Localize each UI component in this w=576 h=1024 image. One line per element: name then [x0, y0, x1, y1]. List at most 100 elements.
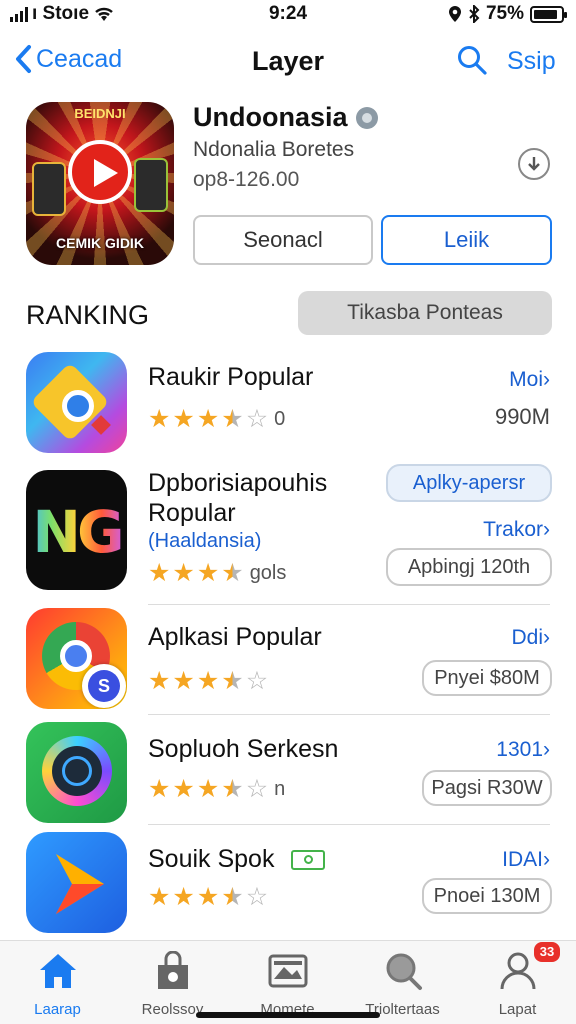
arrow-logo-icon	[56, 854, 104, 914]
tab-media[interactable]: Momete	[230, 949, 345, 1018]
verified-icon	[291, 850, 326, 871]
app-subtitle: (Haaldansia)	[148, 530, 262, 552]
list-item[interactable]: S Aplkasi Popular ★ ★ ★ ★ ☆ Ddi› Pnyei $80M	[0, 606, 576, 710]
list-item[interactable]: Raukir Popular ★ ★ ★ ★ ☆ 0 Moi› 990M	[0, 352, 576, 456]
icon-header-text: BEIDNJI	[74, 106, 126, 121]
star-icon: ★	[148, 667, 171, 695]
star-empty-icon: ☆	[245, 667, 269, 695]
home-icon	[39, 954, 76, 988]
download-arrow-icon	[528, 157, 540, 171]
nav-bar: Ceacad Layer Ssip	[0, 36, 576, 86]
featured-app-developer: Ndonalia Boretes	[193, 138, 355, 161]
app-name-line-1: Dpborisiapouhis	[148, 469, 328, 497]
star-icon: ★	[196, 667, 220, 695]
rating-count: n	[274, 777, 286, 800]
status-right: 75%	[448, 3, 567, 25]
speaker-left-graphic	[32, 162, 66, 216]
search-icon	[386, 953, 422, 990]
bluetooth-icon	[469, 5, 480, 23]
secondary-action-button[interactable]: Seonacl	[193, 215, 373, 265]
star-half-icon: ★	[221, 405, 244, 433]
tab-home[interactable]: Laarap	[0, 949, 115, 1018]
list-divider	[148, 824, 550, 825]
star-rating: ★ ★ ★ ★ gols	[148, 560, 286, 586]
app-icon: NG	[26, 470, 127, 590]
star-icon: ★	[148, 775, 171, 803]
get-button[interactable]: Pnoei 130M	[422, 878, 552, 914]
star-icon: ★	[196, 559, 220, 587]
tab-search[interactable]: Trioltertaas	[345, 949, 460, 1018]
bag-icon	[157, 951, 188, 989]
featured-app-title: Undoonasia	[193, 102, 378, 133]
get-button[interactable]: Pnyei $80M	[422, 660, 552, 696]
star-icon: ★	[148, 883, 171, 911]
star-rating: ★ ★ ★ ★ ☆ n	[148, 776, 285, 802]
app-name: Souik Spok	[148, 844, 326, 874]
app-tag-button[interactable]: Aplky-apersr	[386, 464, 552, 502]
more-link[interactable]: Trakor›	[483, 518, 550, 542]
list-item[interactable]: NG Dpborisiapouhis Ropular (Haaldansia) …	[0, 464, 576, 596]
rating-count: 0	[274, 407, 286, 430]
star-icon: ★	[196, 883, 220, 911]
person-icon	[500, 952, 535, 990]
search-icon	[458, 46, 487, 75]
star-icon: ★	[172, 559, 195, 587]
more-link[interactable]: IDAI›	[502, 848, 550, 872]
play-icon	[68, 140, 132, 204]
star-empty-icon: ☆	[245, 405, 269, 433]
download-button[interactable]	[518, 148, 550, 180]
verified-badge-icon	[355, 106, 378, 129]
star-half-icon: ★	[221, 883, 244, 911]
battery-icon	[530, 5, 567, 23]
featured-app-icon[interactable]: BEIDNJI CEMIK GIDIK	[26, 102, 174, 265]
app-name: Sopluoh Serkesn	[148, 735, 339, 763]
star-icon: ★	[172, 667, 195, 695]
app-size: 990M	[494, 404, 550, 429]
notification-badge: 33	[534, 942, 560, 962]
star-icon: ★	[148, 405, 171, 433]
skip-button[interactable]: Ssip	[507, 47, 556, 76]
search-button[interactable]	[456, 44, 488, 81]
star-icon: ★	[172, 775, 195, 803]
app-icon: S	[26, 608, 127, 709]
star-half-icon: ★	[221, 559, 244, 587]
page-title: Layer	[251, 46, 325, 76]
tab-label: Lapat	[498, 1001, 537, 1018]
primary-action-button[interactable]: Leiik	[381, 215, 552, 265]
star-icon: ★	[196, 405, 220, 433]
app-icon	[26, 722, 127, 823]
speaker-right-graphic	[134, 158, 168, 212]
list-item[interactable]: Sopluoh Serkesn ★ ★ ★ ★ ☆ n 1301› Pagsi R30W	[0, 718, 576, 823]
list-item[interactable]: Souik Spok ★ ★ ★ ★ ☆ IDAI› Pnoei 130M	[0, 830, 576, 934]
media-icon	[268, 954, 307, 988]
section-heading: RANKING	[26, 300, 150, 330]
star-empty-icon: ☆	[245, 775, 269, 803]
more-link[interactable]: Ddi›	[511, 626, 550, 650]
get-button[interactable]: Apbingj 120th	[386, 548, 552, 586]
ranking-filter-button[interactable]: Tikasba Ponteas	[298, 291, 552, 335]
more-link[interactable]: 1301›	[496, 738, 550, 762]
list-divider	[148, 604, 550, 605]
tab-label: Laarap	[34, 1001, 81, 1018]
icon-brand-text: CEMIK GIDIK	[56, 235, 144, 251]
app-name-line-2: Ropular	[148, 499, 236, 527]
star-rating: ★ ★ ★ ★ ☆	[148, 884, 268, 910]
star-half-icon: ★	[221, 775, 244, 803]
star-icon: ★	[148, 559, 171, 587]
more-link[interactable]: Moi›	[509, 368, 550, 392]
location-icon	[448, 6, 461, 22]
list-divider	[148, 714, 550, 715]
app-name: Aplkasi Popular	[148, 623, 322, 651]
tab-store[interactable]: Reolssoy	[115, 949, 230, 1018]
app-icon-text: NG	[26, 498, 127, 566]
battery-percent: 75%	[485, 3, 524, 24]
star-rating: ★ ★ ★ ★ ☆ 0	[148, 406, 285, 432]
get-button[interactable]: Pagsi R30W	[422, 770, 552, 806]
featured-app-name: Undoonasia	[193, 102, 348, 132]
star-rating: ★ ★ ★ ★ ☆	[148, 668, 268, 694]
star-empty-icon: ☆	[245, 883, 269, 911]
home-indicator[interactable]	[196, 1012, 380, 1018]
app-icon	[26, 352, 127, 453]
featured-app-price: op8-126.00	[193, 168, 300, 191]
app-icon	[26, 832, 127, 933]
